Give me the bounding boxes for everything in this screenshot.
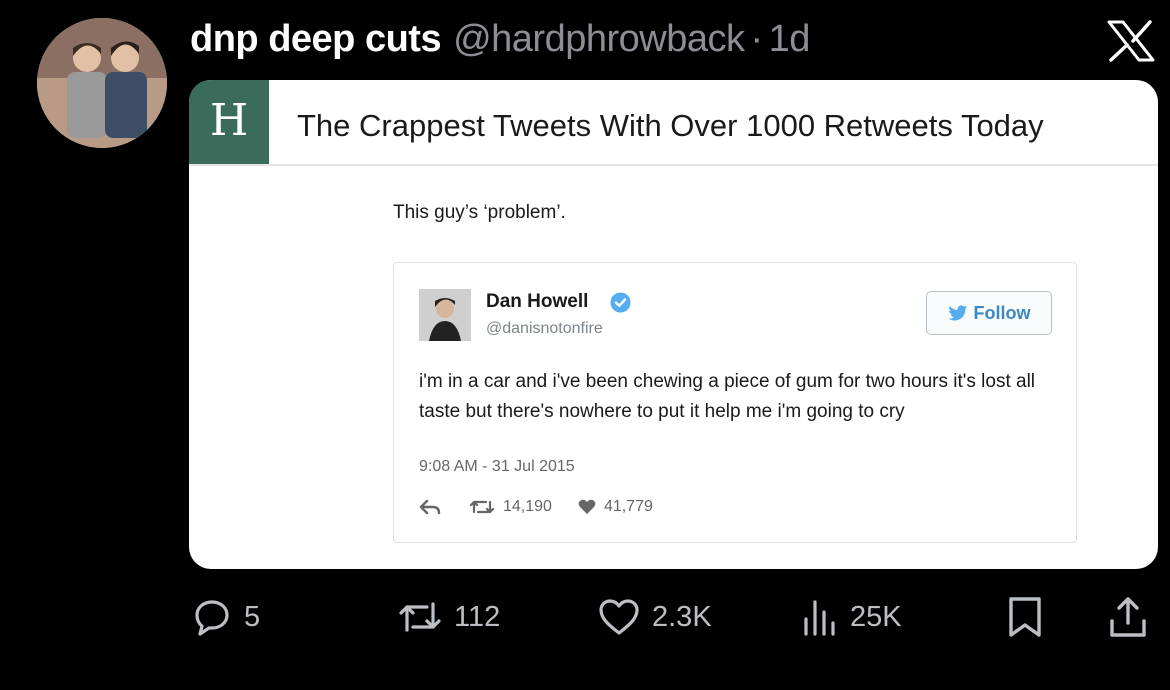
avatar-photo	[37, 18, 167, 148]
view-count: 25K	[850, 600, 902, 633]
post-action-bar: 5 112 2.3K 25K	[0, 590, 1170, 650]
embedded-tweet-text: i'm in a car and i've been chewing a pie…	[419, 371, 1036, 422]
post-header: dnp deep cuts @hardphrowback · 1d	[190, 14, 810, 64]
follow-button: Follow	[926, 291, 1052, 335]
bird-icon	[948, 304, 967, 320]
embedded-tweet-actions: 14,190 41,779	[419, 498, 653, 516]
reply-count: 5	[244, 600, 261, 633]
embedded-like-count: 41,779	[603, 498, 653, 515]
site-logo: H	[189, 80, 269, 164]
embedded-retweet-count: 14,190	[503, 498, 552, 515]
repost-count: 112	[454, 600, 501, 633]
bookmark-icon	[1009, 597, 1041, 637]
embedded-tweet: Dan Howell @danisnotonfire Follow i'm in…	[393, 262, 1077, 543]
post-age[interactable]: 1d	[769, 18, 811, 61]
article-title: The Crappest Tweets With Over 1000 Retwe…	[297, 108, 1044, 143]
views-button[interactable]: 25K	[802, 590, 902, 644]
repost-button[interactable]: 112	[398, 590, 500, 644]
author-avatar[interactable]	[37, 18, 167, 148]
retweet-icon	[469, 500, 495, 514]
verified-badge-icon	[610, 292, 631, 313]
heart-icon	[599, 599, 639, 635]
share-icon	[1110, 597, 1146, 637]
bookmark-button[interactable]	[1006, 590, 1044, 644]
meta-separator: ·	[750, 17, 763, 60]
article-header: H The Crappest Tweets With Over 1000 Ret…	[189, 80, 1158, 166]
article-caption: This guy’s ‘problem’.	[393, 202, 566, 223]
like-button[interactable]: 2.3K	[598, 590, 712, 644]
author-display-name[interactable]: dnp deep cuts	[190, 18, 442, 61]
embedded-tweet-timestamp: 9:08 AM - 31 Jul 2015	[419, 458, 575, 475]
embedded-tweet-handle: @danisnotonfire	[486, 320, 603, 337]
embedded-tweet-name: Dan Howell	[486, 291, 589, 312]
embedded-tweet-avatar	[419, 289, 471, 341]
heart-icon	[578, 499, 596, 514]
author-handle[interactable]: @hardphrowback	[453, 18, 745, 61]
share-button[interactable]	[1108, 590, 1148, 644]
reply-button[interactable]: 5	[192, 590, 260, 644]
like-count: 2.3K	[652, 600, 712, 633]
reply-icon	[195, 600, 229, 636]
reply-icon	[419, 499, 441, 515]
follow-label: Follow	[973, 302, 1031, 323]
retweet-icon	[399, 602, 441, 632]
views-icon	[804, 600, 835, 636]
x-logo-icon[interactable]	[1106, 20, 1156, 62]
attached-image[interactable]: H The Crappest Tweets With Over 1000 Ret…	[189, 80, 1158, 569]
